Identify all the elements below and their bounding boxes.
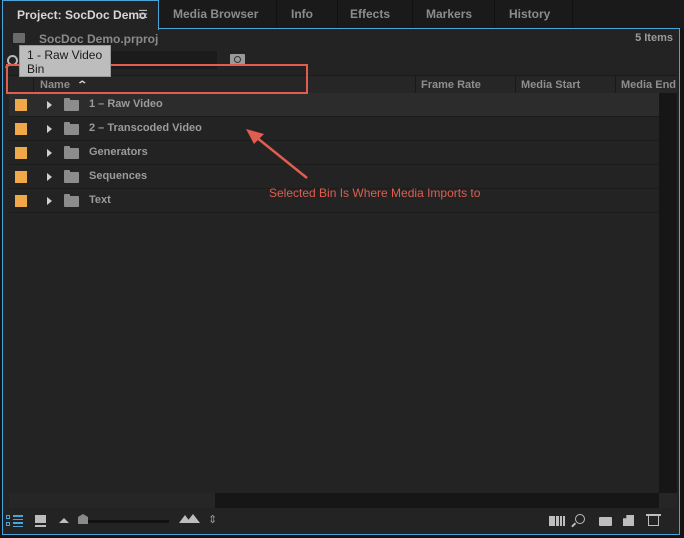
- annotation-arrow: [246, 129, 308, 179]
- tooltip: 1 - Raw Video Bin: [19, 45, 111, 77]
- annotation-arrow-line: [255, 136, 308, 179]
- tooltip-line-2: Bin: [27, 62, 45, 76]
- tooltip-line-1: 1 - Raw Video: [27, 48, 103, 62]
- annotation-text: Selected Bin Is Where Media Imports to: [269, 186, 481, 200]
